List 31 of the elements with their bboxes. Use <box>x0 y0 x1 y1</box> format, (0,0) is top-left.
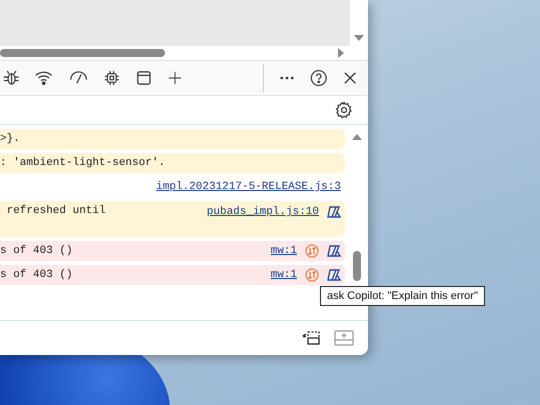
source-link[interactable]: mw:1 <box>270 245 297 257</box>
network-request-icon[interactable] <box>305 244 319 258</box>
add-icon[interactable] <box>168 70 182 86</box>
source-link[interactable]: impl.20231217-5-RELEASE.js:3 <box>156 181 341 193</box>
copilot-icon[interactable] <box>327 268 341 282</box>
close-icon[interactable] <box>344 71 356 85</box>
settings-icon[interactable] <box>335 101 353 119</box>
message-text: : 'ambient-light-sensor'. <box>0 157 166 169</box>
dock-icon[interactable] <box>302 330 320 346</box>
gauge-icon[interactable] <box>68 70 88 86</box>
copilot-icon[interactable] <box>327 205 341 219</box>
tooltip: ask Copilot: "Explain this error" <box>320 286 485 306</box>
message-text: s of 403 () <box>0 245 73 257</box>
message-text: s of 403 () <box>0 269 73 281</box>
scroll-right-icon[interactable] <box>337 48 345 58</box>
copilot-icon[interactable] <box>327 244 341 258</box>
source-link[interactable]: pubads_impl.js:10 <box>206 206 319 218</box>
message-text: refreshed until <box>6 205 106 217</box>
message-text: >}. <box>0 133 20 145</box>
scrollbar-thumb[interactable] <box>0 49 165 57</box>
wifi-icon[interactable] <box>35 69 53 87</box>
help-icon[interactable] <box>310 68 328 88</box>
upload-panel-icon[interactable] <box>334 330 354 346</box>
chip-icon[interactable] <box>104 69 120 87</box>
more-icon[interactable] <box>280 76 294 80</box>
source-link[interactable]: mw:1 <box>270 269 297 281</box>
scrollbar-thumb[interactable] <box>353 251 361 281</box>
network-request-icon[interactable] <box>305 268 319 282</box>
scroll-down-icon[interactable] <box>354 34 364 42</box>
window-icon[interactable] <box>136 69 152 87</box>
scroll-up-icon[interactable] <box>352 133 362 141</box>
